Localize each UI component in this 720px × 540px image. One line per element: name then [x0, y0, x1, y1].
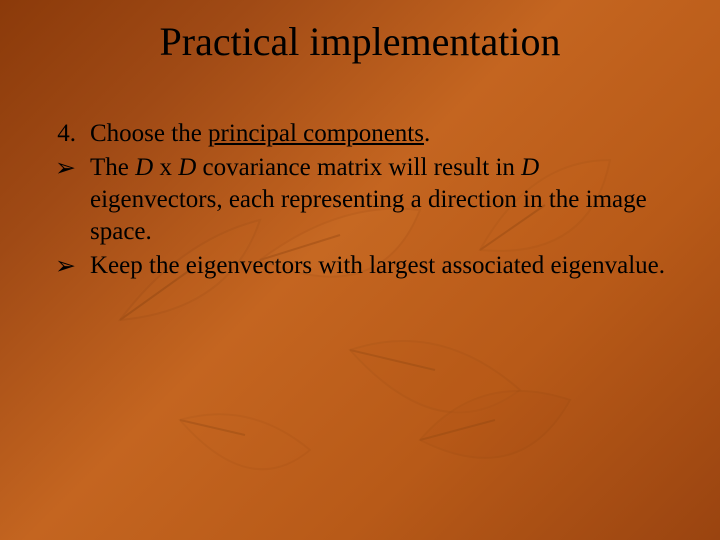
list-item: ➢Keep the eigenvectors with largest asso…	[42, 250, 678, 282]
slide: Practical implementation 4.Choose the pr…	[0, 0, 720, 540]
text-run: D	[135, 154, 153, 181]
list-item-text: The D x D covariance matrix will result …	[90, 152, 678, 248]
text-run: The	[90, 154, 135, 181]
arrow-bullet-icon: ➢	[42, 152, 90, 184]
list-item-text: Choose the principal components.	[90, 118, 678, 150]
text-run: D	[521, 154, 539, 181]
text-run: D	[178, 154, 196, 181]
list-item-text: Keep the eigenvectors with largest assoc…	[90, 250, 678, 282]
list-item: ➢The D x D covariance matrix will result…	[42, 152, 678, 248]
text-run: principal components	[208, 120, 424, 147]
list-item: 4.Choose the principal components.	[42, 118, 678, 150]
slide-title: Practical implementation	[0, 18, 720, 65]
text-run: .	[424, 120, 430, 147]
text-run: Keep the eigenvectors with largest assoc…	[90, 252, 665, 279]
list-number: 4.	[42, 118, 90, 150]
slide-body: 4.Choose the principal components.➢The D…	[42, 118, 678, 284]
text-run: eigenvectors, each representing a direct…	[90, 186, 647, 245]
text-run: Choose the	[90, 120, 208, 147]
arrow-bullet-icon: ➢	[42, 250, 90, 282]
text-run: x	[153, 154, 178, 181]
text-run: covariance matrix will result in	[196, 154, 521, 181]
